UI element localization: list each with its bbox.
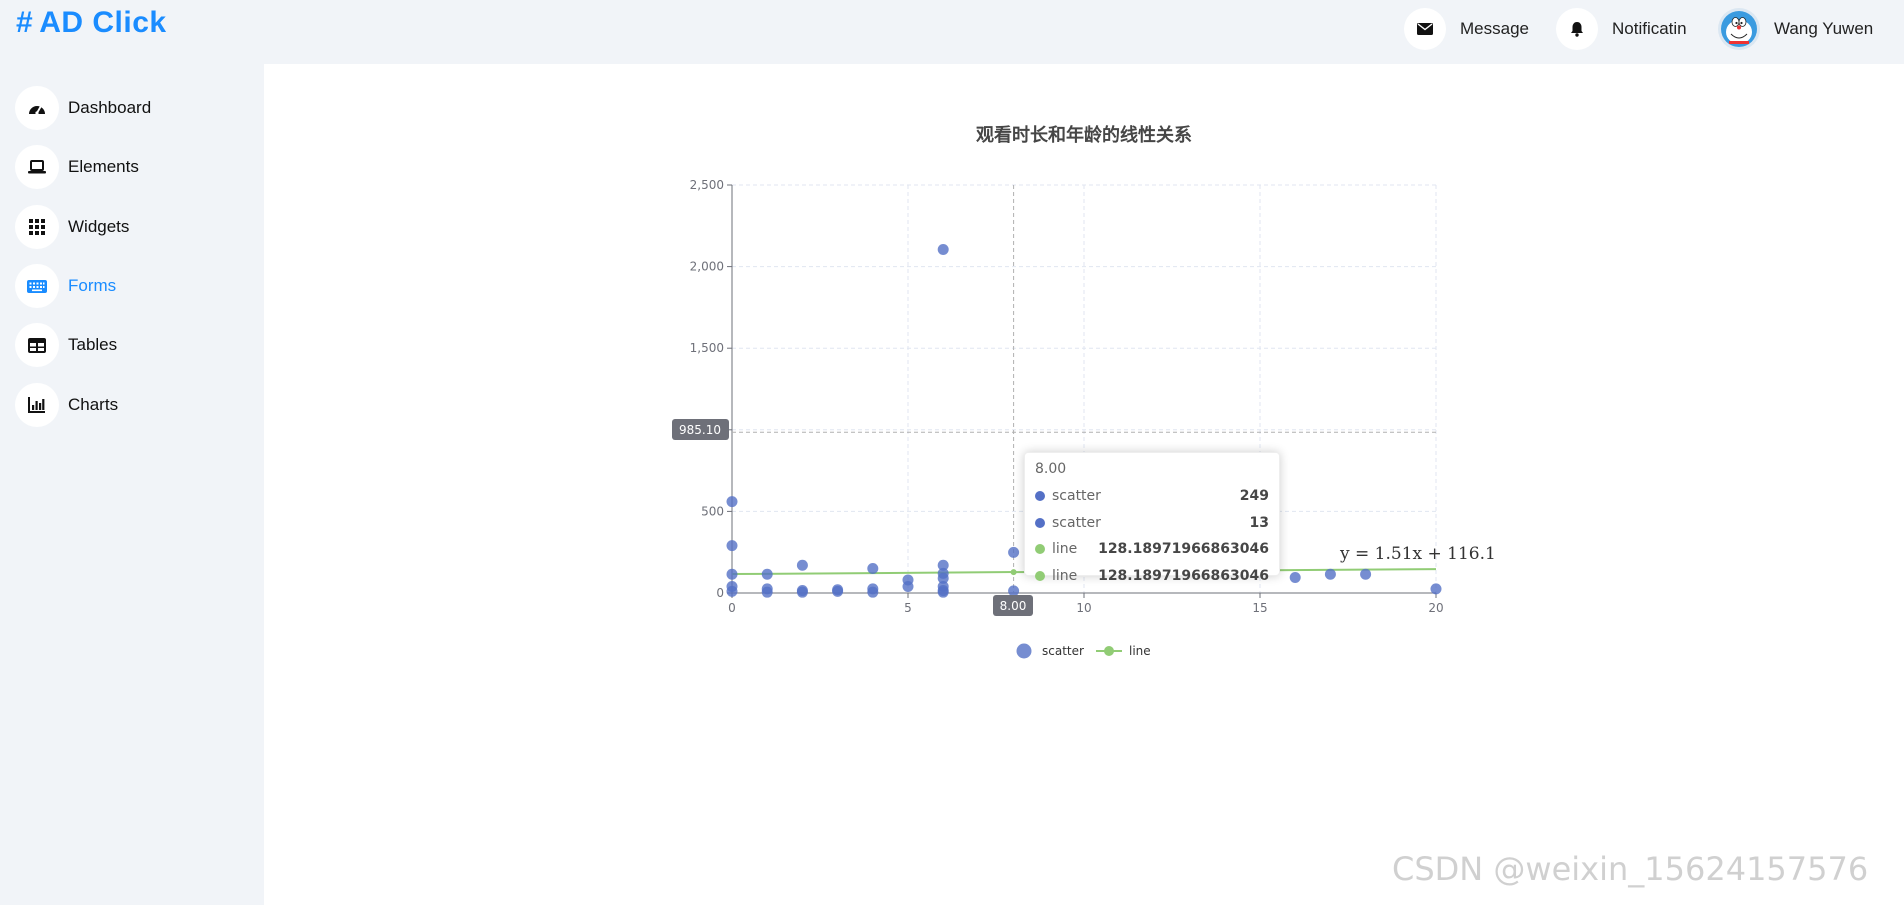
tooltip-header: 8.00	[1035, 461, 1067, 477]
sidebar: Dashboard Elements Widgets Forms Tables …	[0, 64, 264, 905]
sidebar-item-label: Dashboard	[68, 98, 152, 117]
logo-text: AD Click	[39, 6, 167, 39]
scatter-point	[761, 586, 773, 598]
y-tick-label: 1,500	[690, 341, 724, 355]
scatter-point	[726, 585, 738, 597]
scatter-point	[867, 586, 879, 598]
axis-pointer-labels: 8.00 985.10	[672, 419, 1033, 616]
main-content: 观看时长和年龄的线性关系 05001,0001,5002,0002,500051…	[264, 64, 1904, 905]
envelope-icon	[1404, 8, 1446, 50]
tooltip-row: line 128.18971966863046	[1035, 563, 1269, 590]
sidebar-item-tables[interactable]: Tables	[15, 323, 117, 367]
tooltip-series-name: line	[1052, 567, 1078, 584]
line-hover-point	[1010, 569, 1017, 576]
sidebar-item-label: Tables	[68, 335, 118, 354]
scatter-point	[937, 586, 949, 598]
tooltip-series-value: 128.18971966863046	[1098, 567, 1269, 584]
scatter-point	[1008, 585, 1020, 597]
scatter-point	[1324, 568, 1336, 580]
y-tick-label: 2,000	[690, 260, 724, 274]
scatter-point	[796, 586, 808, 598]
chart-legend: scatter line	[1016, 643, 1151, 659]
user-avatar[interactable]	[1718, 8, 1760, 50]
tooltip-series-dot	[1035, 517, 1045, 528]
user-name: Wang Yuwen	[1774, 19, 1874, 38]
top-bar: # AD Click Message Notificatin Wang Yuwe…	[0, 0, 1904, 64]
scatter-point	[726, 568, 738, 580]
sidebar-item-label: Charts	[68, 395, 119, 414]
tooltip-row: scatter 249	[1035, 483, 1269, 510]
sidebar-item-charts[interactable]: Charts	[15, 383, 118, 427]
scatter-point	[1008, 546, 1020, 558]
scatter-point	[1430, 583, 1442, 595]
tooltip-row: scatter 13	[1035, 510, 1269, 537]
sidebar-item-label: Elements	[68, 157, 139, 176]
logo-hash: #	[16, 6, 34, 39]
sidebar-item-widgets[interactable]: Widgets	[15, 205, 129, 249]
chart-tooltip: 8.00 scatter 249 scatter 13 line 128.189…	[1024, 452, 1280, 584]
scatter-point	[796, 559, 808, 571]
gauge-icon	[15, 86, 59, 130]
tooltip-series-dot	[1035, 570, 1045, 581]
regression-label: y = 1.51x + 116.1	[1339, 544, 1496, 564]
message-label: Message	[1460, 19, 1529, 38]
scatter-point	[1360, 568, 1372, 580]
table-icon	[15, 323, 59, 367]
x-tick-label: 0	[728, 601, 736, 615]
x-tick-label: 15	[1252, 601, 1267, 615]
sidebar-item-dashboard[interactable]: Dashboard	[15, 86, 151, 130]
legend-scatter-label: scatter	[1042, 644, 1084, 658]
keyboard-icon	[15, 264, 59, 308]
tooltip-series-value: 13	[1249, 514, 1269, 531]
app-logo[interactable]: # AD Click	[16, 6, 167, 40]
legend-item-line[interactable]: line	[1096, 644, 1151, 658]
scatter-point	[902, 580, 914, 592]
x-tick-label: 5	[904, 601, 912, 615]
legend-item-scatter[interactable]: scatter	[1016, 643, 1084, 659]
sidebar-item-label: Forms	[68, 276, 117, 295]
grid-icon	[15, 205, 59, 249]
scatter-point	[761, 568, 773, 580]
user-menu[interactable]: Wang Yuwen	[1718, 8, 1873, 50]
legend-scatter-symbol	[1016, 643, 1032, 659]
notification-label: Notificatin	[1612, 19, 1687, 38]
tooltip-series-dot	[1035, 491, 1045, 502]
bar-chart-icon	[15, 383, 59, 427]
y-tick-label: 0	[716, 586, 724, 600]
scatter-point	[726, 540, 738, 552]
tooltip-series-name: line	[1052, 541, 1078, 558]
x-pointer-label: 8.00	[1000, 599, 1027, 613]
tooltip-series-name: scatter	[1052, 514, 1101, 531]
scatter-point	[726, 496, 738, 508]
x-tick-label: 10	[1076, 601, 1091, 615]
sidebar-item-forms[interactable]: Forms	[15, 264, 116, 308]
sidebar-item-elements[interactable]: Elements	[15, 145, 139, 189]
legend-line-label: line	[1129, 644, 1151, 658]
message-button[interactable]: Message	[1404, 8, 1529, 50]
tooltip-series-name: scatter	[1052, 488, 1101, 505]
laptop-icon	[15, 145, 59, 189]
scatter-point	[832, 585, 844, 597]
sidebar-item-label: Widgets	[68, 217, 130, 236]
y-pointer-label: 985.10	[679, 423, 721, 437]
scatter-point	[1289, 571, 1301, 583]
x-tick-label: 20	[1428, 601, 1443, 615]
tooltip-series-value: 249	[1239, 488, 1269, 505]
notification-button[interactable]: Notificatin	[1556, 8, 1687, 50]
scatter-point	[937, 243, 949, 255]
y-tick-label: 500	[701, 504, 724, 518]
watermark: CSDN @weixin_15624157576	[1392, 850, 1869, 888]
bell-icon	[1556, 8, 1598, 50]
legend-line-symbol	[1104, 646, 1114, 656]
y-tick-label: 2,500	[690, 178, 724, 192]
scatter-point	[867, 563, 879, 575]
tooltip-series-dot	[1035, 544, 1045, 555]
tooltip-row: line 128.18971966863046	[1035, 536, 1269, 563]
chart-title: 观看时长和年龄的线性关系	[976, 124, 1192, 146]
tooltip-series-value: 128.18971966863046	[1098, 541, 1269, 558]
